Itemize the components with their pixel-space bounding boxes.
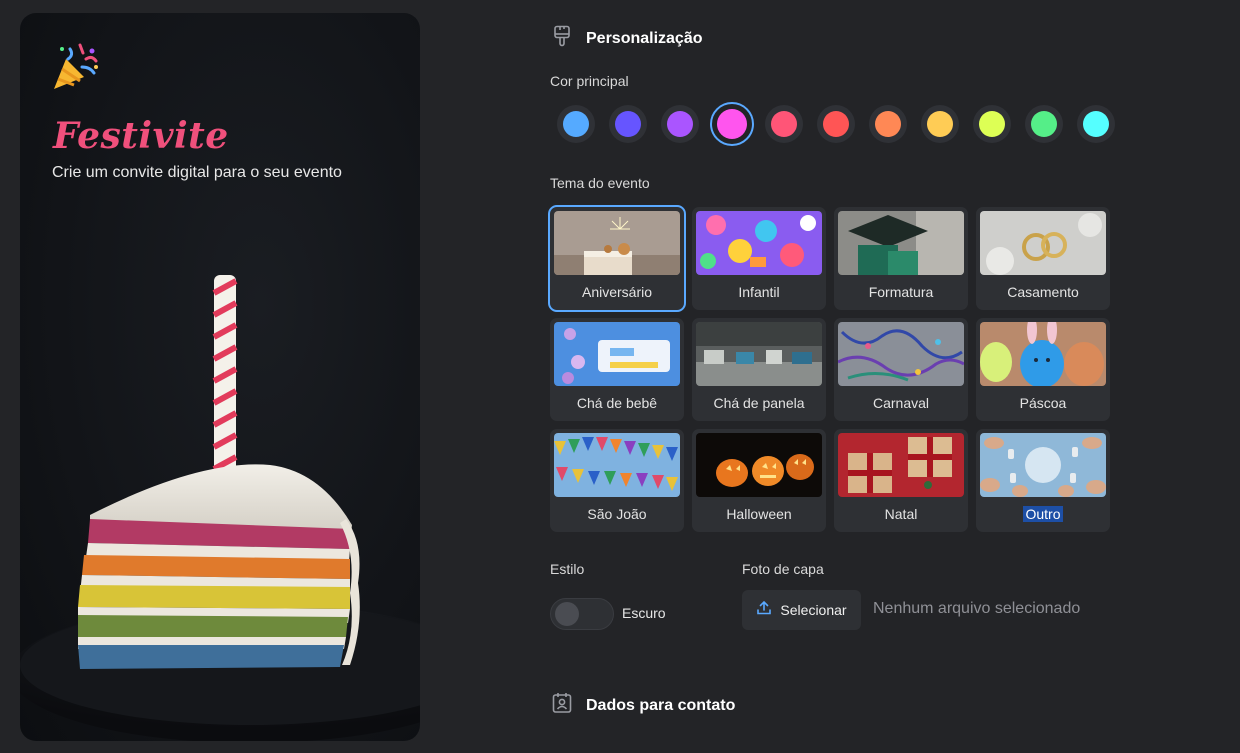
theme-option-outro[interactable]: Outro [976, 429, 1110, 532]
color-dot [979, 111, 1005, 137]
rainbow-cake-image [20, 253, 420, 741]
theme-label-text: Formatura [868, 284, 934, 300]
color-dot [563, 111, 589, 137]
cover-photo-label: Foto de capa [742, 561, 824, 577]
theme-option-infantil[interactable]: Infantil [692, 207, 826, 310]
theme-label-text: Natal [884, 506, 918, 522]
file-status-text: Nenhum arquivo selecionado [873, 600, 1081, 617]
theme-option-pascoa[interactable]: Páscoa [976, 318, 1110, 421]
color-dot [1031, 111, 1057, 137]
color-swatch-list [557, 102, 1115, 146]
theme-option-cha-de-bebe[interactable]: Chá de bebê [550, 318, 684, 421]
contact-header: Dados para contato [552, 692, 735, 719]
color-swatch-vermelho[interactable] [817, 105, 855, 143]
brand-subtitle: Crie um convite digital para o seu event… [52, 164, 342, 181]
theme-label-text: Aniversário [581, 284, 653, 300]
color-swatch-verde[interactable] [1025, 105, 1063, 143]
color-dot [823, 111, 849, 137]
theme-thumbnail [696, 433, 822, 497]
theme-thumbnail [696, 211, 822, 275]
theme-label-text: Outro [980, 506, 1106, 522]
main-color-label: Cor principal [550, 73, 629, 89]
toggle-knob [555, 602, 579, 626]
theme-thumbnail [554, 211, 680, 275]
color-dot [771, 111, 797, 137]
theme-thumbnail [980, 433, 1106, 497]
theme-grid: Aniversário Infantil Formatura Casamento… [548, 205, 1110, 532]
theme-label-text: Páscoa [1019, 395, 1067, 411]
theme-option-carnaval[interactable]: Carnaval [834, 318, 968, 421]
color-swatch-rosa[interactable] [710, 102, 754, 146]
theme-thumbnail [554, 322, 680, 386]
personalization-header: Personalização [552, 25, 703, 52]
party-popper-icon [52, 43, 100, 98]
select-file-button[interactable]: Selecionar [742, 590, 861, 630]
contact-title: Dados para contato [586, 696, 736, 714]
dark-mode-toggle[interactable] [550, 598, 614, 630]
personalization-title: Personalização [586, 29, 703, 47]
paintbrush-icon [552, 25, 572, 52]
theme-option-casamento[interactable]: Casamento [976, 207, 1110, 310]
theme-option-aniversario[interactable]: Aniversário [548, 205, 686, 312]
theme-label-text: Chá de panela [713, 395, 805, 411]
theme-option-halloween[interactable]: Halloween [692, 429, 826, 532]
theme-label-text: Chá de bebê [576, 395, 658, 411]
theme-label-text: São João [587, 506, 647, 522]
theme-label-text: Infantil [738, 284, 780, 300]
color-swatch-lima[interactable] [973, 105, 1011, 143]
theme-option-formatura[interactable]: Formatura [834, 207, 968, 310]
theme-thumbnail [696, 322, 822, 386]
theme-thumbnail [838, 322, 964, 386]
color-swatch-laranja[interactable] [869, 105, 907, 143]
upload-icon [756, 600, 772, 621]
theme-label-text: Halloween [726, 506, 792, 522]
theme-option-cha-de-panela[interactable]: Chá de panela [692, 318, 826, 421]
theme-option-natal[interactable]: Natal [834, 429, 968, 532]
theme-thumbnail [554, 433, 680, 497]
color-dot [717, 109, 747, 139]
theme-label-text: Casamento [1007, 284, 1079, 300]
brand-title: Festivite [53, 115, 229, 157]
theme-label: Tema do evento [550, 175, 650, 191]
theme-label-selected-text: Outro [1023, 506, 1063, 522]
contact-card-icon [552, 692, 572, 719]
theme-thumbnail [980, 322, 1106, 386]
hero-panel: Festivite Crie um convite digital para o… [20, 13, 420, 741]
color-swatch-amarelo[interactable] [921, 105, 959, 143]
theme-thumbnail [980, 211, 1106, 275]
color-swatch-pink[interactable] [765, 105, 803, 143]
select-file-label: Selecionar [780, 602, 847, 618]
color-dot [615, 111, 641, 137]
dark-mode-label: Escuro [622, 605, 666, 621]
color-swatch-ciano[interactable] [1077, 105, 1115, 143]
color-dot [927, 111, 953, 137]
color-swatch-azul[interactable] [557, 105, 595, 143]
color-dot [667, 111, 693, 137]
theme-thumbnail [838, 211, 964, 275]
theme-option-sao-joao[interactable]: São João [550, 429, 684, 532]
color-swatch-indigo[interactable] [609, 105, 647, 143]
theme-thumbnail [838, 433, 964, 497]
color-dot [1083, 111, 1109, 137]
theme-label-text: Carnaval [872, 395, 930, 411]
color-swatch-roxo[interactable] [661, 105, 699, 143]
style-label: Estilo [550, 561, 585, 577]
color-dot [875, 111, 901, 137]
